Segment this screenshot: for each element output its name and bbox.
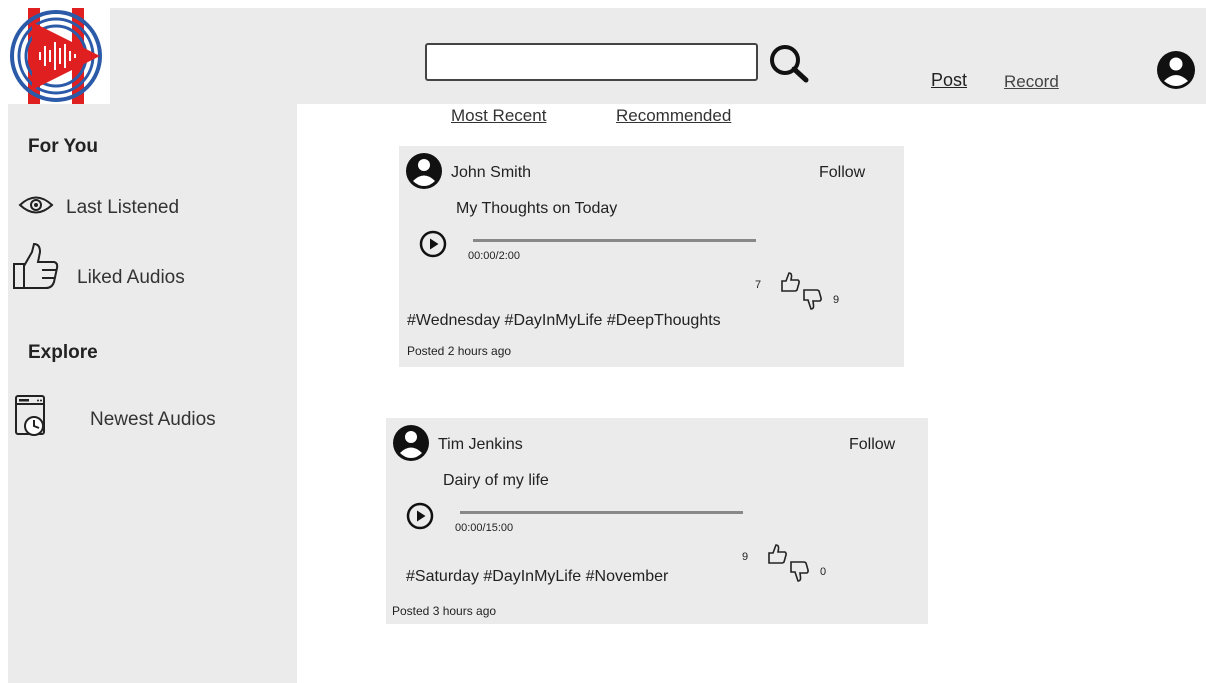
audio-time: 00:00/2:00 (468, 250, 520, 262)
follow-button[interactable]: Follow (819, 164, 865, 182)
like-count: 9 (742, 551, 749, 563)
logo-icon (10, 8, 102, 104)
audio-progress-bar[interactable] (473, 239, 756, 242)
thumbs-down-icon[interactable] (788, 559, 810, 590)
user-profile-icon[interactable] (1155, 48, 1197, 92)
post-title: Dairy of my life (443, 472, 549, 489)
hashtags[interactable]: #Saturday #DayInMyLife #November (406, 568, 668, 586)
tab-most-recent[interactable]: Most Recent (451, 106, 546, 126)
tab-recommended[interactable]: Recommended (616, 106, 731, 126)
avatar-icon[interactable] (405, 152, 443, 195)
sidebar: For You Last Listened Liked Audios Explo… (8, 104, 297, 683)
sidebar-item-label: Liked Audios (77, 267, 185, 288)
audio-time: 00:00/15:00 (455, 522, 514, 534)
author-name[interactable]: Tim Jenkins (438, 436, 523, 454)
thumbs-up-icon[interactable] (779, 270, 801, 299)
post-card: Tim Jenkins Follow Dairy of my life 00:0… (386, 418, 928, 624)
author-name[interactable]: John Smith (451, 164, 531, 182)
audio-progress-bar[interactable] (460, 511, 743, 514)
post-title: My Thoughts on Today (456, 200, 618, 217)
for-you-heading: For You (28, 136, 99, 157)
post-link[interactable]: Post (931, 70, 967, 91)
thumbs-up-icon (13, 242, 59, 289)
posted-time: Posted 3 hours ago (392, 604, 497, 618)
explore-heading: Explore (28, 342, 98, 363)
sidebar-item-newest-audios[interactable]: Newest Audios (14, 392, 288, 442)
eye-icon (18, 196, 54, 214)
thumbs-down-icon[interactable] (801, 287, 823, 318)
play-icon[interactable] (406, 502, 434, 530)
post-card: John Smith Follow My Thoughts on Today 0… (399, 146, 904, 367)
sidebar-item-last-listened[interactable]: Last Listened (18, 188, 288, 222)
like-count: 7 (755, 279, 762, 291)
posted-time: Posted 2 hours ago (407, 344, 512, 358)
record-link[interactable]: Record (1004, 72, 1059, 92)
page: Post Record For You Last Listened Liked … (0, 0, 1206, 683)
clock-window-icon (15, 395, 45, 436)
play-icon[interactable] (419, 230, 447, 258)
sidebar-item-label: Last Listened (66, 197, 180, 218)
search-icon[interactable] (766, 42, 812, 84)
dislike-count: 0 (820, 566, 827, 578)
sidebar-item-liked-audios[interactable]: Liked Audios (12, 242, 288, 296)
app-logo[interactable] (8, 8, 110, 104)
hashtags[interactable]: #Wednesday #DayInMyLife #DeepThoughts (407, 312, 721, 330)
sidebar-item-label: Newest Audios (90, 409, 216, 430)
follow-button[interactable]: Follow (849, 436, 895, 454)
search-input[interactable] (425, 43, 758, 81)
avatar-icon[interactable] (392, 424, 430, 467)
dislike-count: 9 (833, 294, 840, 306)
thumbs-up-icon[interactable] (766, 542, 788, 571)
